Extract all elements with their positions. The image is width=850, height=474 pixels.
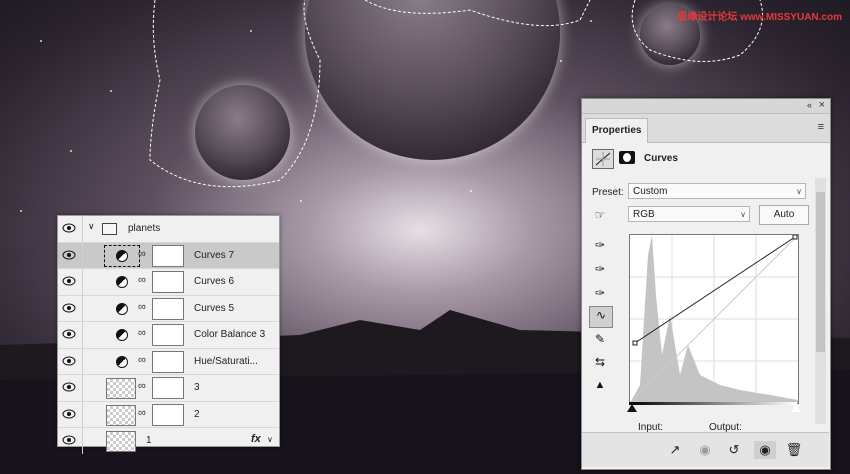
eye-icon[interactable] <box>62 223 76 233</box>
layer-row[interactable]: ∞ Hue/Saturati... <box>58 348 279 375</box>
auto-button[interactable]: Auto <box>759 205 809 225</box>
link-icon[interactable]: ∞ <box>138 354 146 366</box>
eye-icon[interactable] <box>62 250 76 260</box>
mask-thumbnail[interactable] <box>152 350 184 373</box>
clipping-warning-icon[interactable]: ▲ <box>592 377 608 393</box>
eye-icon[interactable] <box>62 356 76 366</box>
eye-icon[interactable] <box>62 303 76 313</box>
mask-thumbnail[interactable] <box>152 377 184 399</box>
curve-point-icon[interactable]: ∿ <box>589 306 613 328</box>
mask-thumbnail[interactable] <box>152 324 184 346</box>
chevron-down-icon: ∨ <box>796 187 802 196</box>
white-point-slider[interactable] <box>791 404 801 412</box>
pencil-icon[interactable]: ✎ <box>592 331 608 347</box>
gradient-bar <box>629 402 797 405</box>
layer-row[interactable]: ∞ 3 <box>58 375 279 402</box>
link-icon[interactable]: ∞ <box>138 327 146 339</box>
link-icon[interactable]: ∞ <box>138 248 146 260</box>
curves-graph[interactable] <box>629 234 799 404</box>
menu-icon[interactable]: ≡ <box>818 121 824 133</box>
close-icon[interactable]: × <box>819 99 825 111</box>
chevron-down-icon: ∨ <box>740 210 746 219</box>
link-icon[interactable]: ∞ <box>138 274 146 286</box>
layer-name: Curves 6 <box>194 276 235 287</box>
chevron-down-icon[interactable]: ∨ <box>88 221 95 232</box>
properties-bottom-bar: ↗ ◉ ↺ ◉ 🗑 <box>582 432 829 467</box>
preset-label: Preset: <box>592 187 624 198</box>
layer-row[interactable]: 1 fx ∨ <box>58 428 279 454</box>
clip-icon[interactable]: ↗ <box>666 441 684 459</box>
layer-group-planets[interactable]: ∨ planets <box>58 216 279 243</box>
layer-name: 3 <box>194 382 200 393</box>
mask-thumbnail[interactable] <box>152 271 184 293</box>
preset-value: Custom <box>633 186 668 197</box>
eye-icon[interactable] <box>62 409 76 419</box>
eyedropper-black-icon[interactable]: ✑ <box>592 237 608 253</box>
eye-icon[interactable] <box>62 435 76 445</box>
visibility-icon[interactable]: ◉ <box>754 441 776 459</box>
layer-row[interactable]: ∞ Curves 7 <box>58 242 279 269</box>
layer-name: Color Balance 3 <box>194 329 266 340</box>
collapse-icon[interactable]: « <box>807 100 812 110</box>
tab-properties[interactable]: Properties <box>585 118 649 143</box>
layers-panel[interactable]: ∨ planets ∞ Curves 7 ∞ Curves 6 ∞ Curves… <box>57 215 280 454</box>
curves-icon <box>592 149 614 169</box>
layer-row[interactable]: ∞ Curves 6 <box>58 269 279 296</box>
layer-row[interactable]: ∞ 2 <box>58 401 279 428</box>
eye-icon[interactable] <box>62 382 76 392</box>
panel-tabbar: Properties ≡ <box>582 114 830 143</box>
adjustment-icon <box>116 302 128 315</box>
watermark: 思缘设计论坛 www.MISSYUAN.com <box>677 12 842 23</box>
layer-name: Curves 7 <box>194 249 235 261</box>
preset-select[interactable]: Custom ∨ <box>628 183 806 199</box>
target-adjust-icon[interactable]: ☞ <box>592 207 608 223</box>
mask-icon[interactable] <box>619 151 635 164</box>
reset-icon[interactable]: ↺ <box>725 441 743 459</box>
adjustment-icon <box>116 355 128 368</box>
layer-name: Curves 5 <box>194 302 235 314</box>
channel-value: RGB <box>633 209 655 220</box>
layer-name: 1 <box>146 435 152 446</box>
black-point-slider[interactable] <box>627 404 637 412</box>
adjustment-icon <box>116 276 128 288</box>
mask-thumbnail[interactable] <box>152 297 184 320</box>
properties-scrollbar[interactable] <box>815 178 826 424</box>
layer-name: Hue/Saturati... <box>194 355 258 367</box>
link-icon[interactable]: ∞ <box>138 380 146 392</box>
adjustment-icon <box>116 329 128 341</box>
layer-name: planets <box>128 223 161 234</box>
smart-object-thumbnail <box>106 378 136 399</box>
folder-icon <box>102 223 117 235</box>
trash-icon[interactable]: 🗑 <box>785 441 803 459</box>
fx-icon[interactable]: fx <box>251 433 261 445</box>
eyedropper-white-icon[interactable]: ✑ <box>592 285 608 301</box>
adjustment-icon <box>116 249 128 262</box>
eye-icon[interactable] <box>62 329 76 339</box>
link-icon[interactable]: ∞ <box>138 301 146 313</box>
smooth-icon[interactable]: ⇆ <box>592 354 608 370</box>
layer-row[interactable]: ∞ Curves 5 <box>58 295 279 322</box>
link-icon[interactable]: ∞ <box>138 407 146 419</box>
smart-object-thumbnail <box>106 404 136 426</box>
mask-thumbnail[interactable] <box>152 403 184 426</box>
eye-icon[interactable] <box>62 276 76 286</box>
panel-titlebar: « × <box>582 99 830 114</box>
layer-row[interactable]: ∞ Color Balance 3 <box>58 322 279 349</box>
adjustment-title: Curves <box>644 153 678 164</box>
channel-select[interactable]: RGB ∨ <box>628 206 750 222</box>
smart-object-thumbnail <box>106 431 136 452</box>
eyedropper-gray-icon[interactable]: ✑ <box>592 261 608 277</box>
layer-name: 2 <box>194 408 200 420</box>
view-previous-icon[interactable]: ◉ <box>696 441 714 459</box>
mask-thumbnail[interactable] <box>152 244 184 267</box>
chevron-down-icon[interactable]: ∨ <box>267 435 273 444</box>
